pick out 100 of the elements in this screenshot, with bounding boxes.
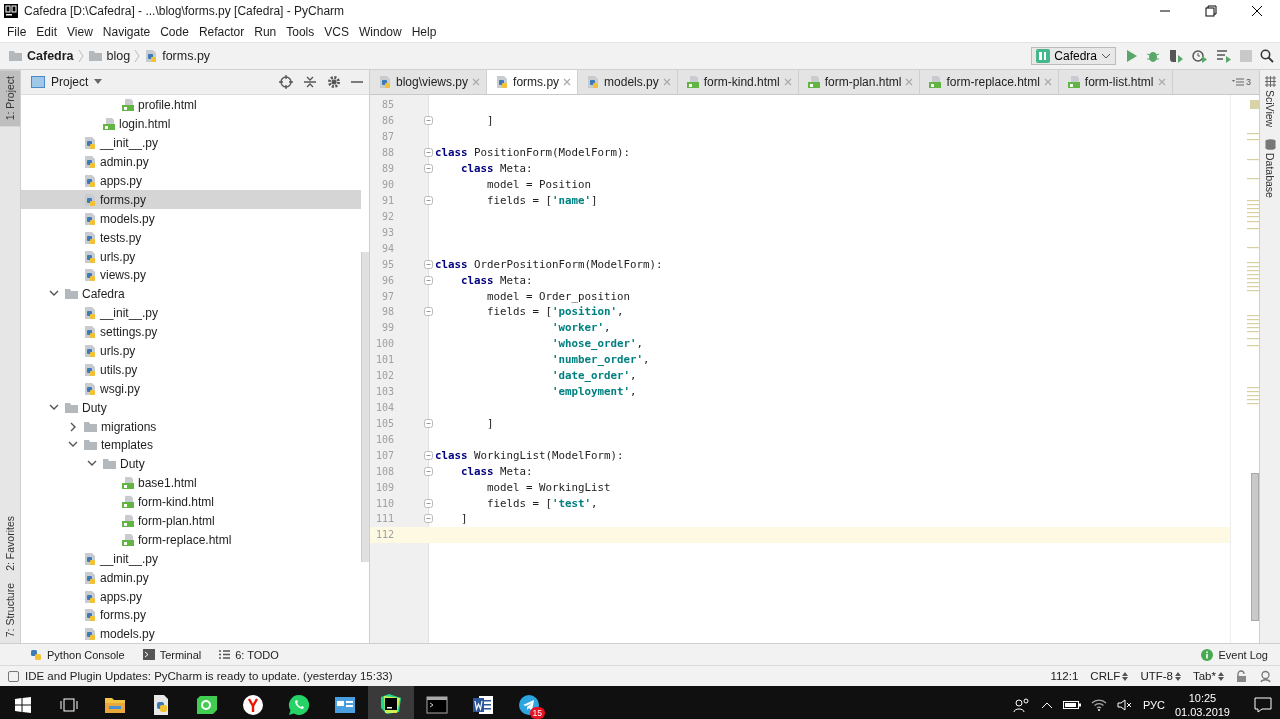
fold-icon[interactable] xyxy=(424,307,433,317)
indent-selector[interactable]: Tab* xyxy=(1192,670,1224,682)
fold-icon[interactable] xyxy=(424,466,433,476)
notification-icon[interactable] xyxy=(1254,696,1272,713)
tree-item[interactable]: Cafedra xyxy=(21,284,361,304)
fold-icon[interactable] xyxy=(424,514,433,524)
scrollbar-thumb[interactable] xyxy=(361,252,369,562)
app-icon xyxy=(380,692,402,715)
breadcrumb-item[interactable]: blog xyxy=(106,49,131,63)
editor-tab[interactable]: forms.py xyxy=(487,70,579,94)
fold-icon[interactable] xyxy=(424,148,433,158)
target-icon[interactable] xyxy=(279,75,293,89)
fold-icon[interactable] xyxy=(424,116,433,126)
settings-icon[interactable] xyxy=(327,75,341,89)
python-file-icon xyxy=(83,192,97,207)
clock-date[interactable]: 01.03.2019 xyxy=(1174,704,1230,719)
menu-item[interactable]: View xyxy=(62,25,98,39)
language-indicator[interactable]: РУС xyxy=(1142,698,1165,711)
tree-item[interactable]: utils.py xyxy=(21,360,361,380)
scrollbar-thumb[interactable] xyxy=(1251,473,1259,621)
tree-item[interactable]: forms.py xyxy=(21,190,361,210)
coverage-icon[interactable] xyxy=(1168,49,1184,63)
tree-item[interactable]: models.py xyxy=(21,624,361,643)
tree-item[interactable]: forms.py xyxy=(21,606,361,625)
cursor-position[interactable]: 112:1 xyxy=(1050,670,1079,682)
menu-item[interactable]: VCS xyxy=(319,25,354,39)
menu-item[interactable]: Edit xyxy=(31,25,63,39)
run-configuration-dropdown[interactable]: Cafedra xyxy=(1031,47,1116,65)
fold-icon[interactable] xyxy=(424,164,433,174)
tree-item[interactable]: form-kind.html xyxy=(21,492,361,512)
wifi-icon[interactable] xyxy=(1090,698,1107,711)
menu-item[interactable]: Run xyxy=(249,25,282,39)
event-log-button[interactable]: Event Log xyxy=(1201,648,1268,661)
tree-item[interactable]: templates xyxy=(21,436,361,455)
search-icon[interactable] xyxy=(1260,49,1274,63)
tool-window-button[interactable]: 2: Favorites xyxy=(0,509,20,577)
tree-item[interactable]: urls.py xyxy=(21,341,361,361)
breadcrumb-item[interactable]: Cafedra xyxy=(27,49,74,63)
menu-item[interactable]: File xyxy=(2,25,32,39)
tool-window-button[interactable]: Database xyxy=(1260,133,1280,205)
fold-icon[interactable] xyxy=(424,196,433,205)
tree-item[interactable]: Duty xyxy=(21,454,361,474)
profiler-icon[interactable] xyxy=(1192,49,1208,63)
menu-item[interactable]: Help xyxy=(406,25,442,39)
tree-item[interactable]: views.py xyxy=(21,266,361,285)
taskbar-app[interactable] xyxy=(368,686,414,719)
fold-icon[interactable] xyxy=(424,275,433,285)
battery-icon[interactable] xyxy=(1062,699,1081,710)
square-icon[interactable] xyxy=(8,670,19,682)
fold-icon[interactable] xyxy=(424,259,433,269)
tree-item[interactable]: migrations xyxy=(21,417,361,437)
tree-item[interactable]: __init__.py xyxy=(21,133,361,153)
run-icon[interactable] xyxy=(1124,49,1138,63)
fold-icon[interactable] xyxy=(424,498,433,508)
tree-item[interactable]: wsgi.py xyxy=(21,379,361,399)
list-icon[interactable] xyxy=(1232,78,1244,86)
tool-window-button[interactable]: 1: Project xyxy=(0,70,20,127)
fold-icon[interactable] xyxy=(424,418,433,428)
encoding-selector[interactable]: UTF-8 xyxy=(1140,670,1181,682)
tree-item[interactable]: apps.py xyxy=(21,171,361,191)
tree-item[interactable]: settings.py xyxy=(21,322,361,342)
tree-item[interactable]: admin.py xyxy=(21,152,361,172)
tree-item[interactable]: admin.py xyxy=(21,568,361,588)
menu-item[interactable]: Tools xyxy=(281,25,320,39)
tree-item[interactable]: form-plan.html xyxy=(21,511,361,531)
tree-item[interactable]: __init__.py xyxy=(21,303,361,323)
tree-item[interactable]: Duty xyxy=(21,398,361,418)
inspector-icon[interactable] xyxy=(1259,669,1272,683)
bug-icon[interactable] xyxy=(1146,49,1160,63)
caret-down-icon[interactable] xyxy=(94,79,103,85)
lock-icon[interactable] xyxy=(1236,670,1247,682)
panel-title[interactable]: Project xyxy=(51,75,89,89)
tree-item[interactable]: apps.py xyxy=(21,587,361,607)
menu-item[interactable]: Refactor xyxy=(193,25,250,39)
chevron-up-icon[interactable] xyxy=(1040,700,1053,709)
people-icon[interactable] xyxy=(1012,696,1031,713)
fold-icon[interactable] xyxy=(424,450,433,460)
tree-item[interactable]: form-replace.html xyxy=(21,530,361,550)
collapse-icon[interactable] xyxy=(303,75,317,89)
breadcrumb-item[interactable]: forms.py xyxy=(162,49,211,63)
tool-window-button[interactable]: 7: Structure xyxy=(0,576,20,643)
clock-time[interactable]: 10:25 xyxy=(1188,690,1217,705)
tool-window-button[interactable]: Python Console xyxy=(30,648,125,661)
taskbar-app[interactable]: 15 xyxy=(506,686,552,719)
menu-item[interactable]: Code xyxy=(155,25,194,39)
tree-item[interactable]: profile.html xyxy=(21,96,361,115)
tree-item[interactable]: tests.py xyxy=(21,228,361,248)
menu-item[interactable]: Window xyxy=(353,25,407,39)
tree-item[interactable]: __init__.py xyxy=(21,549,361,569)
tool-window-button[interactable]: SciView xyxy=(1260,70,1280,134)
volume-muted-icon[interactable] xyxy=(1116,698,1133,711)
tree-item[interactable]: base1.html xyxy=(21,473,361,493)
tree-item[interactable]: urls.py xyxy=(21,247,361,266)
concurrency-icon[interactable] xyxy=(1216,49,1232,63)
line-separator-selector[interactable]: CRLF xyxy=(1090,670,1129,682)
menu-item[interactable]: Navigate xyxy=(97,25,156,39)
tree-item[interactable]: login.html xyxy=(21,114,361,134)
tree-item[interactable]: models.py xyxy=(21,209,361,229)
tool-window-button[interactable]: Terminal xyxy=(142,648,202,661)
tool-window-button[interactable]: 6: TODO xyxy=(219,648,279,661)
